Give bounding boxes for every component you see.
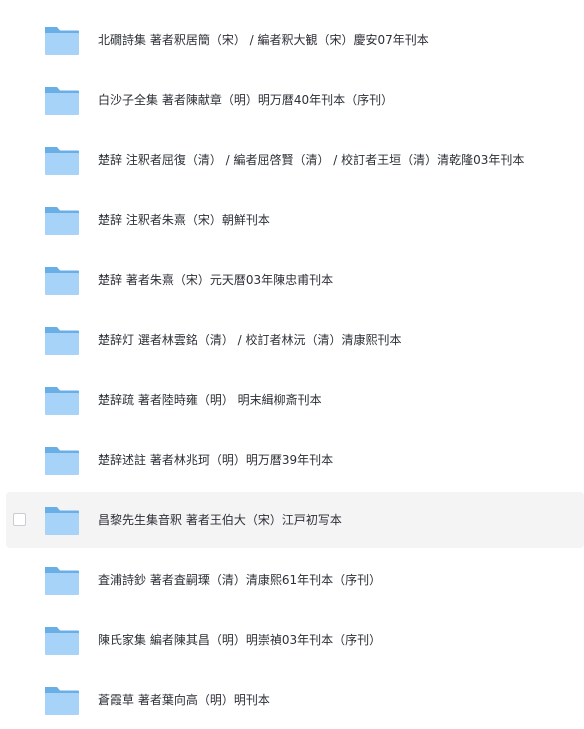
file-name[interactable]: 楚辞灯 選者林雲銘（清） / 校訂者林沅（清）清康熙刊本 xyxy=(98,312,402,368)
file-row[interactable]: 楚辞灯 選者林雲銘（清） / 校訂者林沅（清）清康熙刊本 xyxy=(6,312,584,368)
folder-icon xyxy=(44,502,80,538)
file-row[interactable]: 白沙子全集 著者陳献章（明）明万暦40年刊本（序刊） xyxy=(6,72,584,128)
file-name[interactable]: 楚辞 注釈者屈復（清） / 編者屈啓賢（清） / 校訂者王垣（清）清乾隆03年刊… xyxy=(98,132,524,188)
file-row[interactable]: 楚辞述註 著者林兆珂（明）明万暦39年刊本 xyxy=(6,432,584,488)
folder-icon xyxy=(44,142,80,178)
file-row[interactable]: 楚辞 著者朱熹（宋）元天暦03年陳忠甫刊本 xyxy=(6,252,584,308)
file-name[interactable]: 白沙子全集 著者陳献章（明）明万暦40年刊本（序刊） xyxy=(98,72,393,128)
file-row[interactable]: 楚辞 注釈者朱熹（宋）朝鮮刊本 xyxy=(6,192,584,248)
file-row[interactable]: 北礀詩集 著者釈居簡（宋） / 編者釈大観（宋）慶安07年刊本 xyxy=(6,12,584,68)
folder-icon xyxy=(44,262,80,298)
file-name[interactable]: 査浦詩鈔 著者査嗣瑮（清）清康熙61年刊本（序刊） xyxy=(98,552,381,608)
file-row[interactable]: 蒼霞草 著者葉向高（明）明刊本 xyxy=(6,672,584,728)
folder-icon xyxy=(44,82,80,118)
file-row[interactable]: 査浦詩鈔 著者査嗣瑮（清）清康熙61年刊本（序刊） xyxy=(6,552,584,608)
file-name[interactable]: 蒼霞草 著者葉向高（明）明刊本 xyxy=(98,672,270,728)
folder-icon xyxy=(44,682,80,718)
file-name[interactable]: 楚辞疏 著者陸時雍（明） 明末緝柳斎刊本 xyxy=(98,372,322,428)
folder-icon xyxy=(44,202,80,238)
file-row-hovered[interactable]: 昌黎先生集音釈 著者王伯大（宋）江戸初写本 xyxy=(6,492,584,548)
file-name[interactable]: 陳氏家集 編者陳其昌（明）明崇禎03年刊本（序刊） xyxy=(98,612,381,668)
row-checkbox[interactable] xyxy=(13,513,26,526)
folder-icon xyxy=(44,442,80,478)
file-name[interactable]: 楚辞述註 著者林兆珂（明）明万暦39年刊本 xyxy=(98,432,333,488)
folder-icon xyxy=(44,382,80,418)
file-list: 北礀詩集 著者釈居簡（宋） / 編者釈大観（宋）慶安07年刊本 白沙子全集 著者… xyxy=(0,0,584,729)
file-name[interactable]: 楚辞 注釈者朱熹（宋）朝鮮刊本 xyxy=(98,192,270,248)
folder-icon xyxy=(44,622,80,658)
folder-icon xyxy=(44,22,80,58)
file-row[interactable]: 楚辞疏 著者陸時雍（明） 明末緝柳斎刊本 xyxy=(6,372,584,428)
folder-icon xyxy=(44,562,80,598)
file-name[interactable]: 楚辞 著者朱熹（宋）元天暦03年陳忠甫刊本 xyxy=(98,252,333,308)
file-name[interactable]: 北礀詩集 著者釈居簡（宋） / 編者釈大観（宋）慶安07年刊本 xyxy=(98,12,429,68)
folder-icon xyxy=(44,322,80,358)
file-name[interactable]: 昌黎先生集音釈 著者王伯大（宋）江戸初写本 xyxy=(98,492,342,548)
file-row[interactable]: 陳氏家集 編者陳其昌（明）明崇禎03年刊本（序刊） xyxy=(6,612,584,668)
file-row[interactable]: 楚辞 注釈者屈復（清） / 編者屈啓賢（清） / 校訂者王垣（清）清乾隆03年刊… xyxy=(6,132,584,188)
